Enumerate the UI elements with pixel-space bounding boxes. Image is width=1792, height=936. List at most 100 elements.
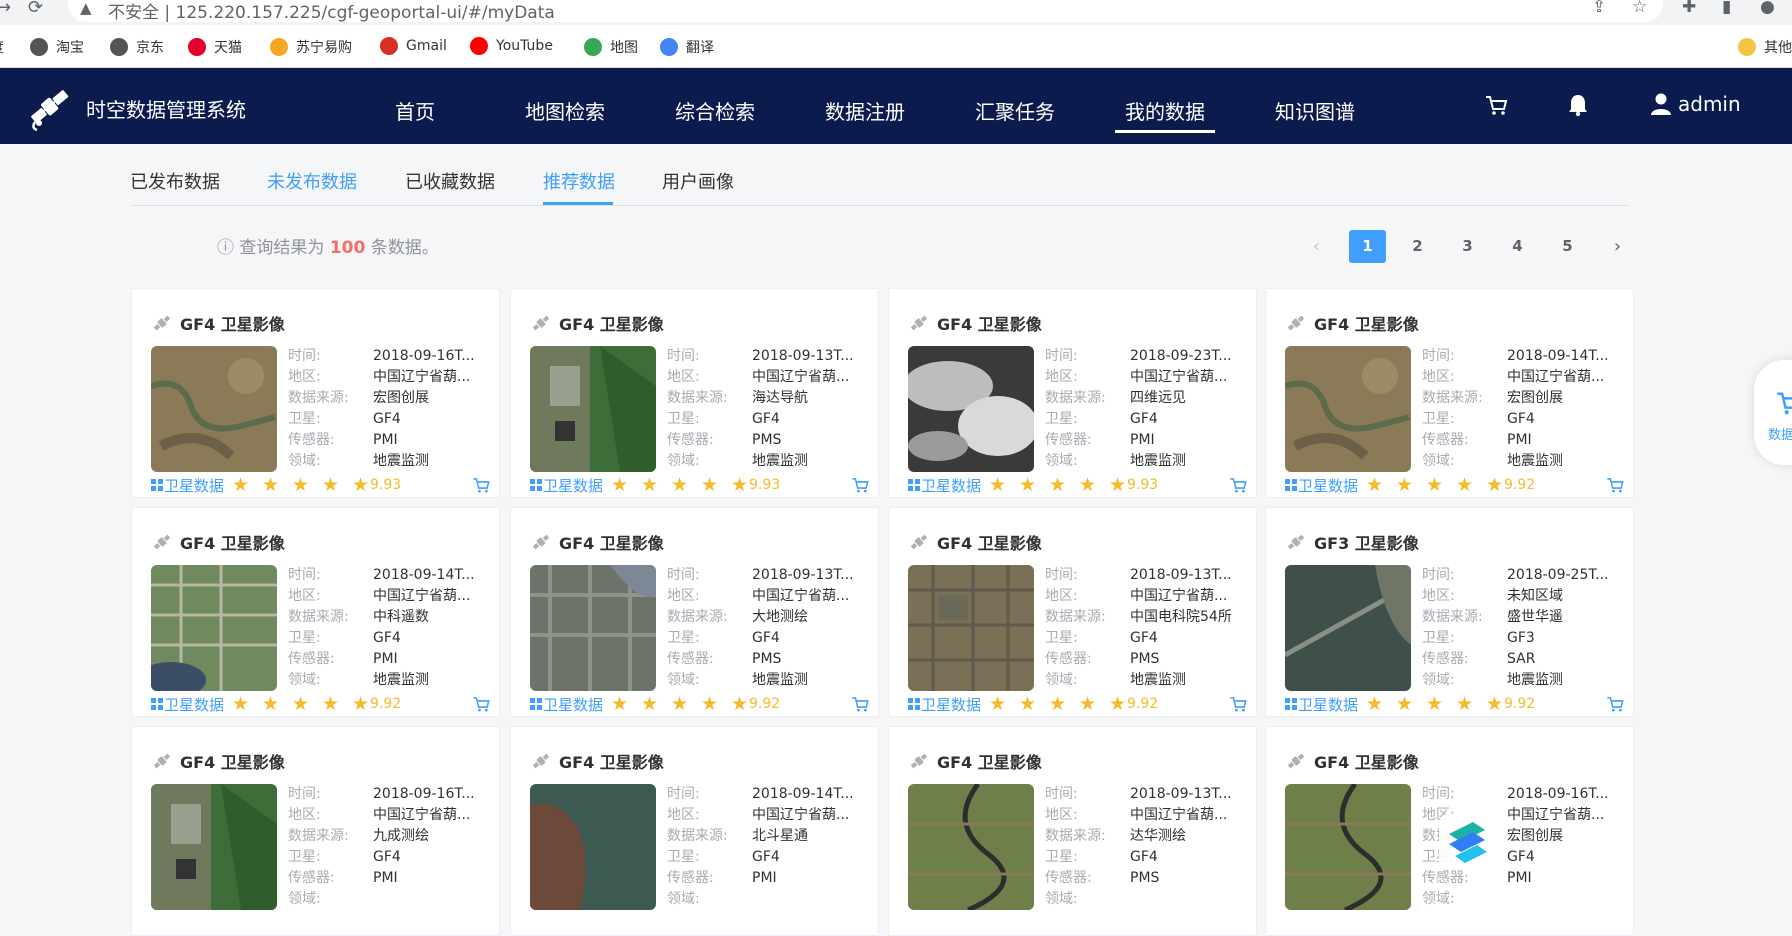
bookmark-item[interactable]: YouTube: [470, 37, 553, 55]
result-count: 100: [329, 238, 366, 258]
category-tag[interactable]: 卫星数据: [530, 694, 603, 715]
bookmark-star-icon[interactable]: ☆: [1632, 0, 1647, 17]
add-to-cart-icon[interactable]: [1605, 694, 1625, 714]
card-title[interactable]: GF4 卫星影像: [531, 530, 664, 554]
tab-unpublished[interactable]: 未发布数据: [267, 168, 357, 194]
tab-recommended[interactable]: 推荐数据: [543, 168, 615, 194]
data-card[interactable]: GF4 卫星影像 时间: 2018-09-13T... 地区: 中国辽宁省葫... 数据来…: [510, 507, 879, 717]
card-thumbnail[interactable]: [1285, 565, 1411, 691]
bookmark-item[interactable]: 其他: [1738, 37, 1792, 57]
add-to-cart-icon[interactable]: [1605, 475, 1625, 495]
data-card[interactable]: GF3 卫星影像 时间: 2018-09-25T... 地区: 未知区域 数据来源: 盛世华…: [1265, 507, 1634, 717]
add-to-cart-icon[interactable]: [471, 694, 491, 714]
category-tag[interactable]: 卫星数据: [908, 475, 981, 496]
bookmark-item[interactable]: 度: [0, 37, 4, 57]
meta-value: PMI: [373, 432, 398, 448]
add-to-cart-icon[interactable]: [850, 694, 870, 714]
bookmark-item[interactable]: 淘宝: [30, 37, 84, 57]
profile-icon[interactable]: ●: [1760, 0, 1775, 17]
card-thumbnail[interactable]: [908, 346, 1034, 472]
menu-item[interactable]: 综合检索: [675, 96, 755, 125]
card-title[interactable]: GF4 卫星影像: [909, 530, 1042, 554]
prev-page-button[interactable]: ‹: [1298, 230, 1335, 263]
data-card[interactable]: GF4 卫星影像 时间: 2018-09-13T... 地区: 中国辽宁省葫... 数据来…: [888, 507, 1257, 717]
bell-icon[interactable]: [1565, 92, 1591, 118]
card-thumbnail[interactable]: [908, 784, 1034, 910]
sidepanel-icon[interactable]: ▮: [1722, 0, 1731, 17]
bookmark-item[interactable]: Gmail: [380, 37, 447, 55]
menu-item[interactable]: 我的数据: [1125, 96, 1205, 125]
meta-key: 领域:: [667, 453, 700, 469]
menu-item[interactable]: 知识图谱: [1275, 96, 1355, 125]
page-2-button[interactable]: 2: [1399, 230, 1436, 263]
card-thumbnail[interactable]: [151, 346, 277, 472]
cart-icon[interactable]: [1483, 92, 1509, 118]
card-title[interactable]: GF4 卫星影像: [152, 749, 285, 773]
meta-key: 传感器:: [1422, 432, 1469, 448]
card-title[interactable]: GF4 卫星影像: [531, 311, 664, 335]
meta-value: 2018-09-13T...: [1130, 567, 1232, 583]
floating-assistant-icon[interactable]: [1437, 812, 1497, 872]
add-to-cart-icon[interactable]: [1228, 475, 1248, 495]
card-title[interactable]: GF3 卫星影像: [1286, 530, 1419, 554]
data-card[interactable]: GF4 卫星影像 时间: 2018-09-13T... 地区: 中国辽宁省葫... 数据来…: [888, 726, 1257, 936]
meta-value: SAR: [1507, 651, 1536, 667]
category-tag[interactable]: 卫星数据: [1285, 694, 1358, 715]
bookmark-item[interactable]: 京东: [110, 37, 164, 57]
menu-item[interactable]: 地图检索: [525, 96, 605, 125]
data-card[interactable]: GF4 卫星影像 时间: 2018-09-14T... 地区: 中国辽宁省葫... 数据来…: [1265, 288, 1634, 498]
data-card[interactable]: GF4 卫星影像时间: 2018-09-16T... 地区: 中国辽宁省葫... 数据来…: [131, 726, 500, 936]
tab-published[interactable]: 已发布数据: [130, 168, 220, 194]
meta-key: 时间:: [288, 348, 321, 364]
card-thumbnail[interactable]: [1285, 346, 1411, 472]
card-thumbnail[interactable]: [530, 784, 656, 910]
add-to-cart-icon[interactable]: [1228, 694, 1248, 714]
card-thumbnail[interactable]: [530, 346, 656, 472]
data-card[interactable]: GF4 卫星影像 时间: 2018-09-13T... 地区: 中国辽宁省葫... 数据来…: [510, 288, 879, 498]
page-5-button[interactable]: 5: [1549, 230, 1586, 263]
card-title[interactable]: GF4 卫星影像: [152, 311, 285, 335]
page-1-button[interactable]: 1: [1349, 230, 1386, 263]
menu-item[interactable]: 数据注册: [825, 96, 905, 125]
card-thumbnail[interactable]: [1285, 784, 1411, 910]
page-3-button[interactable]: 3: [1449, 230, 1486, 263]
category-tag[interactable]: 卫星数据: [151, 694, 224, 715]
tab-favorites[interactable]: 已收藏数据: [405, 168, 495, 194]
card-thumbnail[interactable]: [530, 565, 656, 691]
bookmark-item[interactable]: 翻译: [660, 37, 714, 57]
tab-user-profile[interactable]: 用户画像: [662, 168, 734, 194]
category-tag[interactable]: 卫星数据: [908, 694, 981, 715]
data-card[interactable]: GF4 卫星影像 时间: 2018-09-14T... 地区: 中国辽宁省葫... 数据来…: [510, 726, 879, 936]
back-arrow-icon[interactable]: →: [0, 0, 11, 18]
card-title[interactable]: GF4 卫星影像: [909, 749, 1042, 773]
card-title[interactable]: GF4 卫星影像: [531, 749, 664, 773]
user-menu[interactable]: admin: [1650, 92, 1741, 116]
card-title[interactable]: GF4 卫星影像: [1286, 749, 1419, 773]
category-tag[interactable]: 卫星数据: [1285, 475, 1358, 496]
card-thumbnail[interactable]: [151, 565, 277, 691]
menu-item[interactable]: 汇聚任务: [975, 96, 1055, 125]
card-title[interactable]: GF4 卫星影像: [1286, 311, 1419, 335]
url-text[interactable]: 不安全 | 125.220.157.225/cgf-geoportal-ui/#…: [108, 0, 555, 23]
card-title[interactable]: GF4 卫星影像: [909, 311, 1042, 335]
bookmark-item[interactable]: 苏宁易购: [270, 37, 352, 57]
share-icon[interactable]: ⇪: [1592, 0, 1606, 17]
card-thumbnail[interactable]: [908, 565, 1034, 691]
card-thumbnail[interactable]: [151, 784, 277, 910]
data-card[interactable]: GF4 卫星影像 时间: 2018-09-14T... 地区: 中国辽宁省葫... 数据来…: [131, 507, 500, 717]
page-4-button[interactable]: 4: [1499, 230, 1536, 263]
menu-item[interactable]: 首页: [395, 96, 435, 125]
next-page-button[interactable]: ›: [1599, 230, 1636, 263]
category-tag[interactable]: 卫星数据: [530, 475, 603, 496]
reload-icon[interactable]: ⟳: [28, 0, 43, 18]
add-to-cart-icon[interactable]: [471, 475, 491, 495]
bookmark-item[interactable]: 地图: [584, 37, 638, 57]
data-card[interactable]: GF4 卫星影像 时间: 2018-09-23T... 地区: 中国辽宁省葫... 数据来…: [888, 288, 1257, 498]
category-tag[interactable]: 卫星数据: [151, 475, 224, 496]
side-cart-widget[interactable]: 数据: [1754, 360, 1792, 465]
add-to-cart-icon[interactable]: [850, 475, 870, 495]
bookmark-item[interactable]: 天猫: [188, 37, 242, 57]
data-card[interactable]: GF4 卫星影像时间: 2018-09-16T... 地区: 中国辽宁省葫... 数据来…: [131, 288, 500, 498]
card-title[interactable]: GF4 卫星影像: [152, 530, 285, 554]
extensions-icon[interactable]: ✚: [1682, 0, 1696, 17]
